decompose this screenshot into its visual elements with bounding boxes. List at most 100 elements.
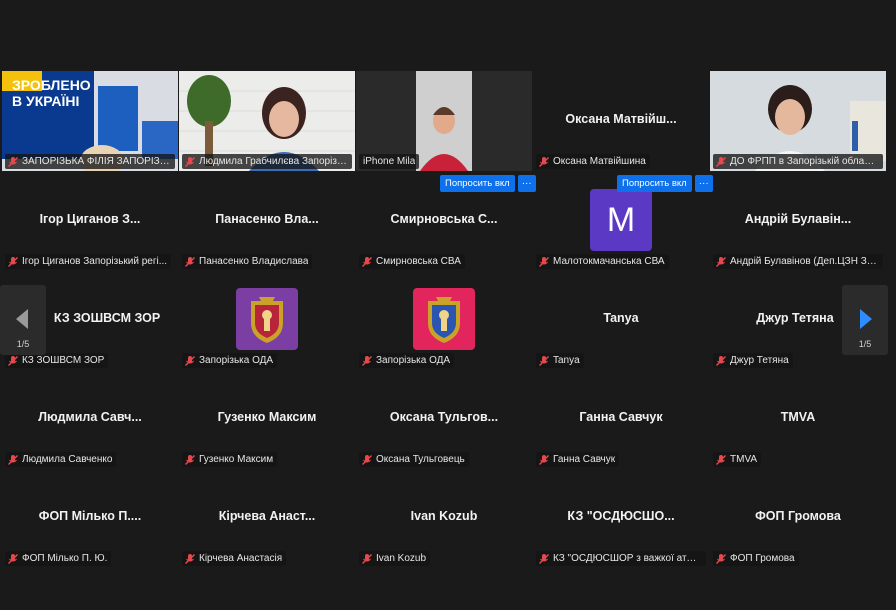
participant-label-text: iPhone Mila xyxy=(363,156,416,167)
previous-page-button[interactable]: 1/5 xyxy=(0,285,46,355)
participant-label-text: КЗ "ОСДЮСШОР з важкої атле... xyxy=(553,553,702,564)
participant-tile[interactable]: Панасенко Вла... Панасенко Владислава xyxy=(179,171,355,271)
participant-label-text: TMVA xyxy=(730,454,758,465)
coat-of-arms-avatar xyxy=(413,288,475,350)
participant-label: Кірчева Анастасія xyxy=(182,551,287,566)
participant-tile[interactable]: Людмила Савч... Людмила Савченко xyxy=(2,369,178,469)
participant-label-text: Малотокмачанська СВА xyxy=(553,256,665,267)
participant-label: ФОП Громова xyxy=(713,551,799,566)
ask-to-start-video-button[interactable]: Попросить вкл xyxy=(440,175,515,192)
participant-label: Ivan Kozub xyxy=(359,551,431,566)
page-indicator: 1/5 xyxy=(16,339,30,349)
participant-label: Людмила Грабчилєва Запорізь... xyxy=(182,154,352,169)
participant-label: Смирновська СВА xyxy=(359,254,465,269)
participant-label: Tanya xyxy=(536,353,584,368)
participant-label-text: ЗАПОРІЗЬКА ФІЛІЯ ЗАПОРІЗЬКО... xyxy=(22,156,171,167)
participant-tile[interactable]: Запорізька ОДА xyxy=(179,270,355,370)
participant-tile[interactable]: Ганна Савчук Ганна Савчук xyxy=(533,369,709,469)
mic-muted-icon xyxy=(185,256,195,267)
sign-text-line1: ЗРОБЛЕНО xyxy=(12,77,91,93)
participant-tile-4[interactable]: Оксана Матвійш... Оксана Матвійшина xyxy=(533,71,709,171)
mic-muted-icon xyxy=(185,454,195,465)
participant-label-text: Людмила Грабчилєва Запорізь... xyxy=(199,156,348,167)
participant-name: ФОП Мілько П.... xyxy=(38,509,142,523)
participant-label: Людмила Савченко xyxy=(5,452,117,467)
mic-muted-icon xyxy=(362,553,372,564)
participant-label: Ігор Циганов Запорізький регі... xyxy=(5,254,172,269)
participant-label-text: ФОП Мілько П. Ю. xyxy=(22,553,108,564)
mic-muted-icon xyxy=(362,454,372,465)
mic-muted-icon xyxy=(362,256,372,267)
participant-tile[interactable]: TMVA TMVA xyxy=(710,369,886,469)
participant-label-text: Людмила Савченко xyxy=(22,454,113,465)
participant-tile[interactable]: Кірчева Анаст... Кірчева Анастасія xyxy=(179,468,355,568)
mic-muted-icon xyxy=(716,355,726,366)
participant-label: Ганна Савчук xyxy=(536,452,620,467)
participant-label-text: Оксана Матвійшина xyxy=(553,156,646,167)
participant-name: Ivan Kozub xyxy=(410,509,478,523)
mic-muted-icon xyxy=(716,553,726,564)
participant-label: Малотокмачанська СВА xyxy=(536,254,669,269)
participant-name: ФОП Громова xyxy=(755,509,841,523)
ask-to-start-video-button[interactable]: Попросить вкл xyxy=(617,175,692,192)
participant-tile[interactable]: Андрій Булавін... Андрій Булавінов (Деп.… xyxy=(710,171,886,271)
participant-name: Гузенко Максим xyxy=(217,410,317,424)
participant-label: Панасенко Владислава xyxy=(182,254,313,269)
tile-actions: Попросить вкл ··· xyxy=(617,175,713,192)
participant-label: Оксана Тульговець xyxy=(359,452,469,467)
participant-name: Оксана Матвійш... xyxy=(565,112,677,126)
participant-tile[interactable]: Оксана Тульгов... Оксана Тульговець xyxy=(356,369,532,469)
participant-tile[interactable]: Tanya Tanya xyxy=(533,270,709,370)
video-tile-1[interactable]: ЗРОБЛЕНО В УКРАЇНІ ЗАПОРІЗЬКА ФІЛІЯ ЗАПО… xyxy=(2,71,178,171)
mic-muted-icon xyxy=(8,256,18,267)
participant-label: iPhone Mila xyxy=(359,154,420,169)
tile-actions: Попросить вкл ··· xyxy=(440,175,536,192)
participant-label-text: Смирновська СВА xyxy=(376,256,461,267)
participant-tile[interactable]: Запорізька ОДА xyxy=(356,270,532,370)
participant-tile[interactable]: Гузенко Максим Гузенко Максим xyxy=(179,369,355,469)
mic-muted-icon xyxy=(362,355,372,366)
sign-text-line2: В УКРАЇНІ xyxy=(12,93,80,109)
participant-label-text: Андрій Булавінов (Деп.ЦЗН Зап... xyxy=(730,256,879,267)
video-tile-3-active-speaker[interactable]: iPhone Mila xyxy=(356,71,532,171)
video-tile-5[interactable]: ДО ФРПП в Запорізькій областi... xyxy=(710,71,886,171)
mic-muted-icon xyxy=(716,156,726,167)
participant-label-text: ФОП Громова xyxy=(730,553,795,564)
next-page-button[interactable]: 1/5 xyxy=(842,285,888,355)
mic-muted-icon xyxy=(716,256,726,267)
video-tile-2[interactable]: Людмила Грабчилєва Запорізь... xyxy=(179,71,355,171)
mic-muted-icon xyxy=(539,355,549,366)
participant-name: TMVA xyxy=(780,410,816,424)
participant-label: КЗ "ОСДЮСШОР з важкої атле... xyxy=(536,551,706,566)
participant-label: Джур Тетяна xyxy=(713,353,793,368)
chevron-right-icon xyxy=(860,309,872,329)
mic-muted-icon xyxy=(8,553,18,564)
participant-tile[interactable]: Ігор Циганов З... Ігор Циганов Запорізьк… xyxy=(2,171,178,271)
participant-label: Запорізька ОДА xyxy=(182,353,278,368)
participant-tile[interactable]: КЗ "ОСДЮСШО... КЗ "ОСДЮСШОР з важкої атл… xyxy=(533,468,709,568)
mic-muted-icon xyxy=(539,454,549,465)
participant-name: Панасенко Вла... xyxy=(215,212,319,226)
participant-name: Tanya xyxy=(603,311,639,325)
participant-tile[interactable]: Ivan Kozub Ivan Kozub xyxy=(356,468,532,568)
coat-of-arms-avatar xyxy=(236,288,298,350)
mic-muted-icon xyxy=(185,156,195,167)
participant-label: TMVA xyxy=(713,452,762,467)
more-options-button[interactable]: ··· xyxy=(694,175,713,192)
participant-label: Гузенко Максим xyxy=(182,452,278,467)
mic-muted-icon xyxy=(185,355,195,366)
participant-label-text: ДО ФРПП в Запорізькій областi... xyxy=(730,156,879,167)
participant-label: ФОП Мілько П. Ю. xyxy=(5,551,112,566)
more-options-button[interactable]: ··· xyxy=(517,175,536,192)
participant-label: Запорізька ОДА xyxy=(359,353,455,368)
participant-label: ДО ФРПП в Запорізькій областi... xyxy=(713,154,883,169)
participant-name: Кірчева Анаст... xyxy=(218,509,316,523)
participant-label: ЗАПОРІЗЬКА ФІЛІЯ ЗАПОРІЗЬКО... xyxy=(5,154,175,169)
participant-tile[interactable]: ФОП Громова ФОП Громова xyxy=(710,468,886,568)
page-indicator: 1/5 xyxy=(858,339,872,349)
participant-label-text: Tanya xyxy=(553,355,580,366)
chevron-left-icon xyxy=(16,309,28,329)
mic-muted-icon xyxy=(716,454,726,465)
participant-tile[interactable]: ФОП Мілько П.... ФОП Мілько П. Ю. xyxy=(2,468,178,568)
participant-name: Ігор Циганов З... xyxy=(39,212,141,226)
